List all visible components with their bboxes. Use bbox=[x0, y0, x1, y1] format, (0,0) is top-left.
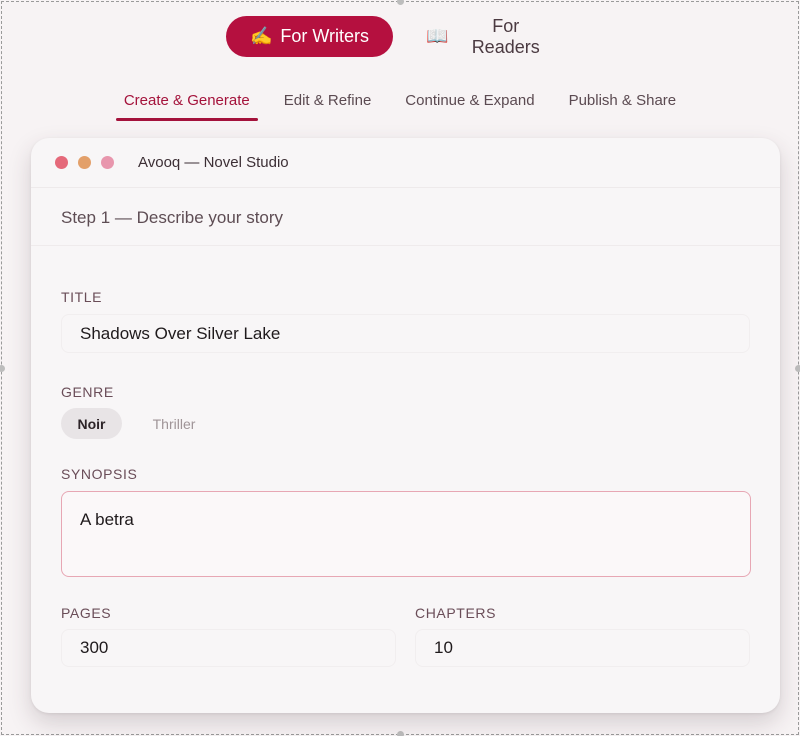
tab-create-generate[interactable]: Create & Generate bbox=[115, 84, 258, 121]
maximize-window-icon[interactable] bbox=[101, 156, 114, 169]
for-writers-button[interactable]: ✍️ For Writers bbox=[226, 16, 393, 57]
for-writers-label: For Writers bbox=[280, 26, 370, 46]
resize-handle-left[interactable] bbox=[0, 365, 5, 372]
novel-studio-window: Avooq — Novel Studio Step 1 — Describe y… bbox=[31, 138, 780, 713]
feature-tabs: Create & Generate Edit & Refine Continue… bbox=[0, 84, 800, 121]
synopsis-textarea[interactable]: A betra bbox=[61, 491, 751, 577]
title-label: TITLE bbox=[61, 289, 103, 305]
tab-edit-refine[interactable]: Edit & Refine bbox=[276, 84, 380, 121]
for-readers-button[interactable]: 📖 For Readers bbox=[407, 16, 574, 57]
close-window-icon[interactable] bbox=[55, 156, 68, 169]
writing-hand-icon: ✍️ bbox=[249, 26, 273, 46]
genre-label: GENRE bbox=[61, 384, 114, 400]
resize-handle-right[interactable] bbox=[795, 365, 800, 372]
open-book-icon: 📖 bbox=[426, 26, 449, 46]
pages-input[interactable]: 300 bbox=[61, 629, 396, 667]
resize-handle-top[interactable] bbox=[397, 0, 404, 5]
for-readers-label: For Readers bbox=[471, 15, 540, 57]
tab-continue-expand[interactable]: Continue & Expand bbox=[397, 84, 542, 121]
window-titlebar: Avooq — Novel Studio bbox=[31, 138, 780, 188]
audience-toggle: ✍️ For Writers 📖 For Readers bbox=[0, 16, 800, 58]
step-title: Step 1 — Describe your story bbox=[31, 188, 780, 246]
minimize-window-icon[interactable] bbox=[78, 156, 91, 169]
chapters-label: CHAPTERS bbox=[415, 605, 497, 621]
window-title: Avooq — Novel Studio bbox=[138, 154, 289, 171]
title-input[interactable]: Shadows Over Silver Lake bbox=[61, 314, 750, 353]
chapters-input[interactable]: 10 bbox=[415, 629, 750, 667]
pages-label: PAGES bbox=[61, 605, 112, 621]
genre-chip-noir[interactable]: Noir bbox=[61, 408, 122, 439]
genre-chip-thriller[interactable]: Thriller bbox=[139, 408, 209, 439]
synopsis-label: SYNOPSIS bbox=[61, 466, 138, 482]
tab-publish-share[interactable]: Publish & Share bbox=[561, 84, 685, 121]
resize-handle-bottom[interactable] bbox=[397, 731, 404, 736]
